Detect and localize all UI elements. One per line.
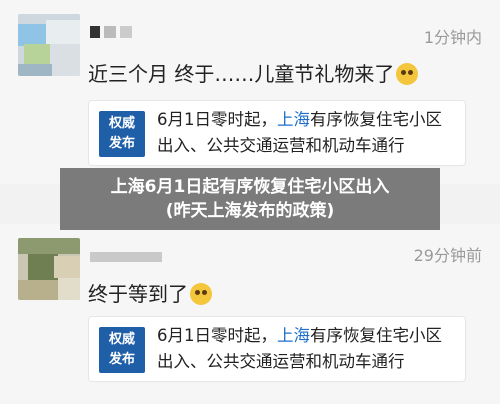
username-blurred	[90, 26, 136, 38]
authority-badge: 权威 发布	[99, 111, 145, 157]
avatar[interactable]	[18, 14, 80, 76]
post-message: 近三个月 终于……儿童节礼物来了	[88, 58, 419, 87]
card-text-highlight: 上海	[277, 326, 310, 345]
feed-post-1: 1分钟内 近三个月 终于……儿童节礼物来了 权威 发布 6月1日零时起，上海有序…	[0, 0, 500, 184]
post-time: 29分钟前	[413, 246, 482, 265]
message-text: 近三个月 终于……儿童节礼物来了	[88, 62, 395, 86]
shared-link-card[interactable]: 权威 发布 6月1日零时起，上海有序恢复住宅小区出入、公共交通运营和机动车通行	[88, 100, 466, 166]
post-time: 1分钟内	[423, 28, 482, 47]
caption-line-1: 上海6月1日起有序恢复住宅小区出入	[110, 177, 390, 197]
authority-badge: 权威 发布	[99, 327, 145, 373]
card-text-before: 6月1日零时起，	[157, 110, 277, 129]
feed-post-2: 29分钟前 终于等到了 权威 发布 6月1日零时起，上海有序恢复住宅小区出入、公…	[0, 224, 500, 404]
card-title: 6月1日零时起，上海有序恢复住宅小区出入、公共交通运营和机动车通行	[157, 107, 457, 159]
badge-line-2: 发布	[108, 352, 135, 367]
caption-overlay: 上海6月1日起有序恢复住宅小区出入 (昨天上海发布的政策)	[60, 168, 440, 230]
username-blurred	[90, 252, 162, 264]
avatar[interactable]	[18, 238, 80, 300]
card-text-before: 6月1日零时起，	[157, 326, 277, 345]
badge-line-2: 发布	[108, 136, 135, 151]
badge-line-1: 权威	[108, 116, 135, 131]
card-text-highlight: 上海	[277, 110, 310, 129]
card-title: 6月1日零时起，上海有序恢复住宅小区出入、公共交通运营和机动车通行	[157, 323, 457, 375]
badge-line-1: 权威	[108, 332, 135, 347]
caption-line-2: (昨天上海发布的政策)	[165, 201, 335, 221]
message-text: 终于等到了	[88, 282, 188, 306]
post-message: 终于等到了	[88, 278, 212, 307]
sad-face-emoji-icon	[396, 63, 419, 85]
shared-link-card[interactable]: 权威 发布 6月1日零时起，上海有序恢复住宅小区出入、公共交通运营和机动车通行	[88, 316, 466, 382]
surprised-face-emoji-icon	[190, 283, 212, 305]
